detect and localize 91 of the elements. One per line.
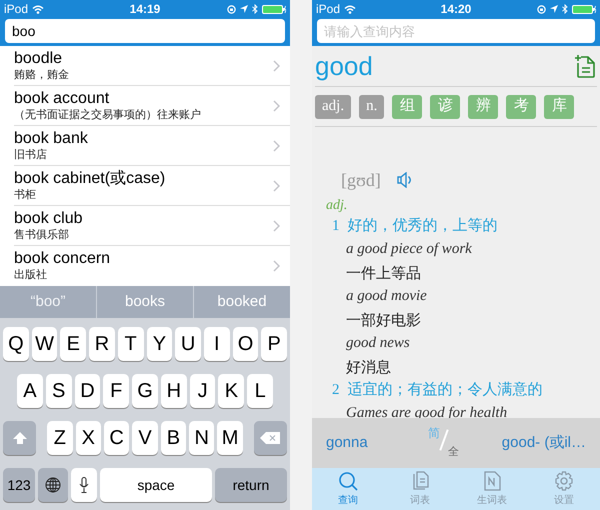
letter-key[interactable]: U [175,327,201,361]
globe-icon [45,477,61,493]
search-icon [338,470,358,490]
carrier-name: iPod [316,1,340,18]
chevron-right-icon [273,60,280,72]
result-meaning: 售书俱乐部 [14,230,70,240]
letter-key[interactable]: T [118,327,144,361]
space-key[interactable]: space [100,468,212,502]
example-translation: 一部好电影 [345,310,422,330]
letter-key[interactable]: P [261,327,288,361]
letter-key[interactable]: C [104,421,130,455]
letter-key[interactable]: E [60,327,86,361]
phonetic: [gʊd] [341,168,381,192]
letter-key[interactable]: R [89,327,115,361]
example-sentence: a good movie [345,287,428,306]
speaker-icon[interactable] [396,172,413,188]
wifi-icon [344,4,356,14]
shift-key[interactable] [3,421,36,455]
letter-key[interactable]: F [103,374,130,408]
globe-key[interactable] [38,468,68,502]
result-meaning: 旧书店 [14,150,48,160]
headword: good [315,53,373,79]
example-sentence: a good piece of work [345,240,473,259]
letter-key[interactable]: N [189,421,214,455]
result-meaning: （无书面证据之交易事项的）往来账户 [14,110,202,120]
search-field[interactable]: 请输入查询内容 [317,19,595,43]
letter-key[interactable]: L [247,374,274,408]
search-field[interactable]: boo [5,19,285,43]
microphone-key[interactable] [71,468,97,502]
result-row[interactable]: book concern 出版社 [14,246,290,286]
letter-key[interactable]: Z [47,421,73,455]
result-meaning: 出版社 [14,270,48,281]
result-word: book concern [14,251,112,267]
battery-icon [572,4,596,14]
letter-key[interactable]: M [217,421,243,455]
delete-key[interactable] [254,421,287,455]
chevron-right-icon [273,260,280,272]
microphone-icon [79,477,89,493]
battery-icon [262,4,286,14]
script-toggle[interactable]: 简 全 [426,423,466,463]
example-sentence: good news [345,334,411,353]
letter-key[interactable]: I [204,327,230,361]
letter-key[interactable]: W [32,327,58,361]
wifi-icon [32,4,44,14]
result-word: book club [14,210,84,226]
rotation-lock-icon [227,4,236,14]
letter-key[interactable]: O [232,327,258,361]
letter-key[interactable]: B [160,421,186,455]
letter-key[interactable]: G [132,374,158,408]
sense-number: 2 [332,381,340,400]
result-meaning: 贿赂，贿金 [14,70,70,80]
example-translation: 一件上等品 [345,264,422,284]
letter-key[interactable]: S [46,374,72,408]
location-arrow-icon [240,5,248,13]
part-of-speech: adj. [326,197,348,215]
carrier-name: iPod [4,1,28,18]
letter-key[interactable]: Y [146,327,172,361]
chevron-right-icon [273,220,280,232]
rotation-lock-icon [537,4,546,14]
bluetooth-icon [562,4,568,14]
clock-time: 14:20 [440,1,472,18]
sense-number: 1 [332,217,340,236]
chevron-right-icon [273,140,280,152]
bluetooth-icon [252,4,258,14]
letter-key[interactable]: Q [3,327,29,361]
numbers-key[interactable]: 123 [3,468,35,502]
example-translation: 好消息 [345,358,392,378]
clock-time: 14:19 [130,1,160,18]
sense-definition: 适宜的；有益的；令人满意的 [348,380,542,400]
letter-key[interactable]: D [74,374,100,408]
letter-key[interactable]: V [132,421,158,455]
location-arrow-icon [550,5,558,13]
chevron-right-icon [273,100,280,112]
add-note-icon[interactable] [575,54,595,78]
result-word: book account [14,90,110,106]
notebook-icon [482,470,502,490]
letter-key[interactable]: H [160,374,187,408]
settings-icon [554,470,574,490]
return-key[interactable]: return [215,468,287,502]
result-word: book bank [14,130,89,146]
result-word: boodle [14,50,64,66]
result-word: book cabinet(或case) [14,170,166,186]
shift-arrow-icon [12,432,27,444]
letter-key[interactable]: K [218,374,244,408]
letter-key[interactable]: X [76,421,101,455]
chevron-right-icon [273,180,280,192]
backspace-icon [260,432,280,444]
sense-definition: 好的，优秀的，上等的 [348,216,498,236]
letter-key[interactable]: A [17,374,43,408]
letter-key[interactable]: J [190,374,216,408]
result-meaning: 书柜 [14,190,37,200]
